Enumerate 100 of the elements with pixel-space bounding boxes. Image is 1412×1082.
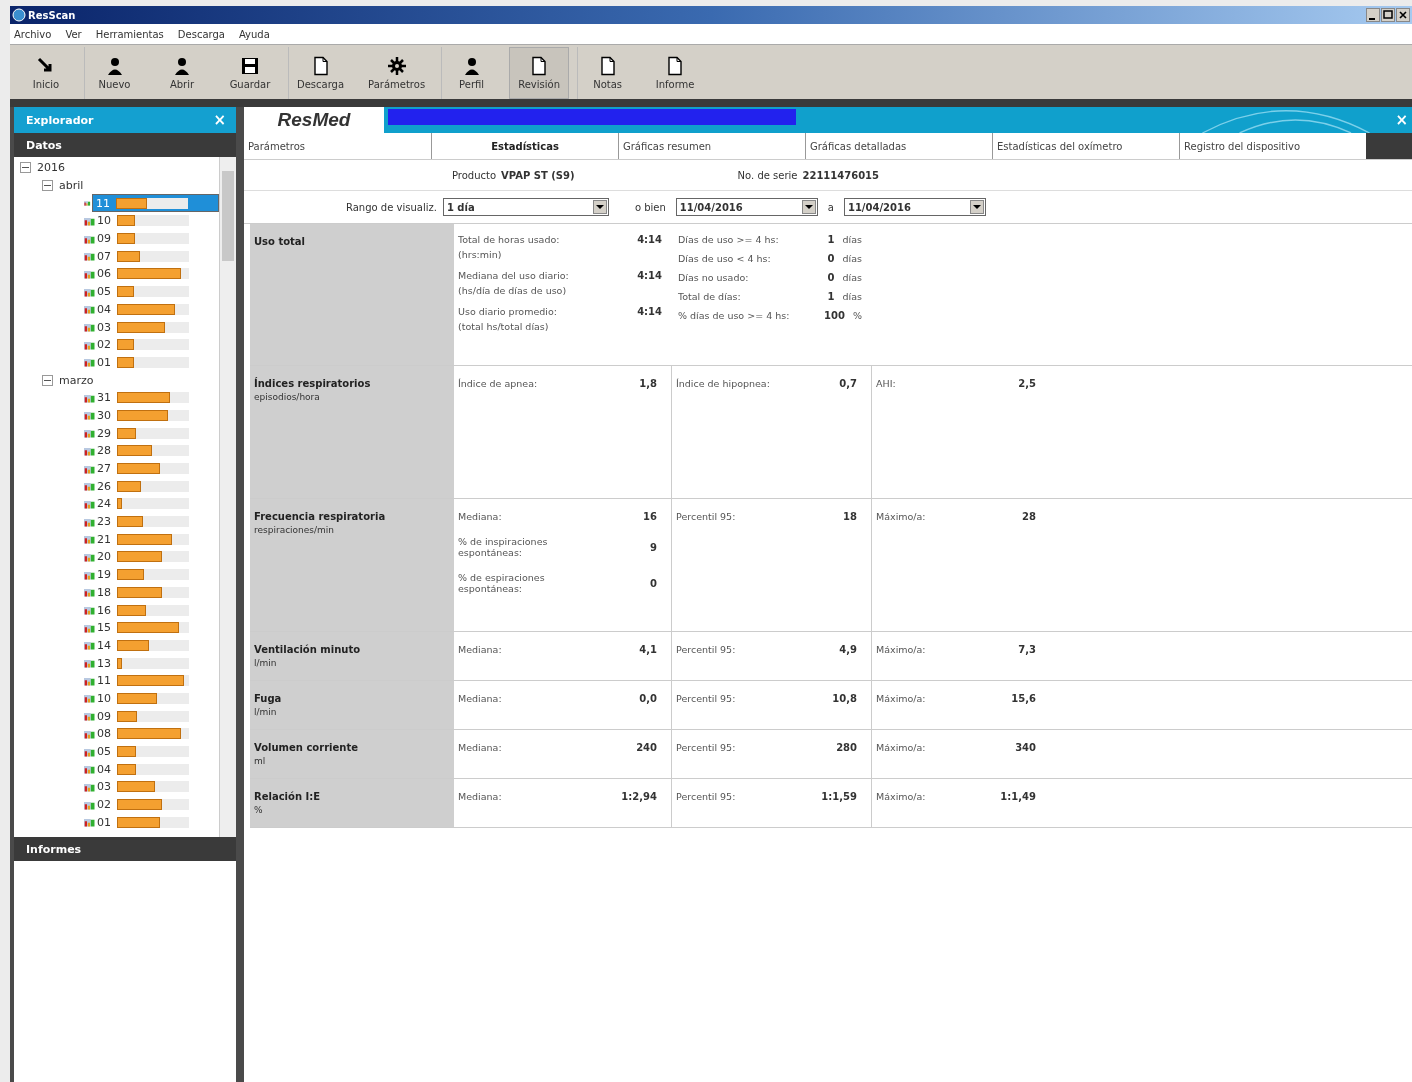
- stat-label: Percentil 95:: [676, 693, 736, 704]
- tree-item[interactable]: 05: [97, 284, 219, 300]
- date-dropdown[interactable]: 11/04/2016: [843, 198, 986, 216]
- tree-item[interactable]: 02: [97, 797, 219, 813]
- minimize-icon[interactable]: [1366, 8, 1380, 22]
- stat-label: AHI:: [876, 378, 896, 389]
- menu-item[interactable]: Herramientas: [95, 28, 164, 40]
- tree-item[interactable]: 07: [97, 248, 219, 264]
- menu-item[interactable]: Ver: [65, 28, 82, 40]
- section-header[interactable]: Informes: [14, 837, 236, 861]
- toolbar-button[interactable]: Inicio: [16, 47, 76, 99]
- tree-item[interactable]: 03: [97, 319, 219, 335]
- tree-item[interactable]: 03: [97, 779, 219, 795]
- stat-value: 1: [826, 234, 835, 245]
- tree-item[interactable]: 20: [97, 549, 219, 565]
- tree-item[interactable]: 28: [97, 443, 219, 459]
- tree-item[interactable]: 11: [97, 673, 219, 689]
- maximize-icon[interactable]: [1381, 8, 1395, 22]
- stat-value: 1: [826, 291, 835, 302]
- app-icon: [12, 8, 26, 22]
- tree-item[interactable]: 26: [97, 478, 219, 494]
- stat-label: Índice de apnea:: [458, 378, 538, 389]
- tree-item[interactable]: 11: [92, 194, 219, 213]
- stat-label: % de espiraciones espontáneas:: [458, 572, 546, 594]
- tree-item[interactable]: abril: [59, 179, 84, 193]
- tree-item[interactable]: 02: [97, 337, 219, 353]
- tree-item[interactable]: 21: [97, 531, 219, 547]
- stat-label: Máximo/a:: [876, 742, 926, 753]
- tab-bar-end: [1366, 133, 1412, 159]
- tree-item[interactable]: 01: [97, 814, 219, 830]
- stat-label: Mediana del uso diario:: [458, 270, 569, 281]
- field-label: a: [827, 201, 834, 213]
- tree-item[interactable]: 06: [97, 266, 219, 282]
- field-label: Producto: [452, 169, 497, 181]
- tree-item[interactable]: 15: [97, 620, 219, 636]
- unit-label: episodios/hora: [254, 392, 321, 402]
- tree-item[interactable]: 14: [97, 637, 219, 653]
- person-icon: [172, 56, 192, 76]
- unit-label: %: [254, 805, 264, 815]
- expander-icon[interactable]: [42, 180, 53, 192]
- tree-item[interactable]: 09: [97, 231, 219, 247]
- toolbar-button[interactable]: Guardar: [220, 47, 280, 99]
- tree-item[interactable]: 04: [97, 301, 219, 317]
- stat-label: Total de horas usado:: [458, 234, 560, 245]
- expander-icon[interactable]: [42, 374, 53, 386]
- stat-value: 4:14: [637, 306, 662, 319]
- tree-item[interactable]: 10: [97, 690, 219, 706]
- section-header[interactable]: Datos: [14, 133, 236, 157]
- tree-item[interactable]: 24: [97, 496, 219, 512]
- stat-label: % de inspiraciones espontáneas:: [458, 536, 549, 558]
- stat-label: Mediana:: [458, 693, 502, 704]
- expander-icon[interactable]: [20, 162, 31, 174]
- stat-label: Percentil 95:: [676, 511, 736, 522]
- stat-label: Mediana:: [458, 791, 502, 802]
- tree-item[interactable]: marzo: [59, 373, 94, 387]
- tree-item[interactable]: 04: [97, 761, 219, 777]
- stat-value: 0: [826, 272, 835, 283]
- stat-label: Mediana:: [458, 644, 502, 655]
- section-title: Ventilación minuto: [254, 644, 362, 655]
- tree-item[interactable]: 13: [97, 655, 219, 671]
- stat-label: (hs/día de días de uso): [458, 285, 568, 296]
- toolbar-button[interactable]: Informe: [645, 47, 706, 99]
- stat-unit: días: [842, 234, 862, 245]
- window-title: ResScan: [28, 9, 76, 21]
- tree-item[interactable]: 2016: [37, 161, 65, 175]
- tree-item[interactable]: 01: [97, 354, 219, 370]
- tree-item[interactable]: 29: [97, 425, 219, 441]
- toolbar-button[interactable]: Revisión: [509, 47, 570, 99]
- logo: ResMed: [244, 107, 384, 133]
- tree-item[interactable]: 27: [97, 461, 219, 477]
- scrollbar[interactable]: [219, 157, 236, 837]
- tree-item[interactable]: 18: [97, 584, 219, 600]
- stat-label: Total de días:: [678, 291, 742, 302]
- tree-item[interactable]: 08: [97, 726, 219, 742]
- tree-item[interactable]: 10: [97, 213, 219, 229]
- toolbar-button[interactable]: Parámetros: [360, 47, 434, 99]
- stat-value: 4,1: [639, 644, 657, 655]
- tree-item[interactable]: 31: [97, 390, 219, 406]
- tree-item[interactable]: 19: [97, 567, 219, 583]
- close-icon[interactable]: [1396, 8, 1410, 22]
- tree-item[interactable]: 16: [97, 602, 219, 618]
- unit-label: ml: [254, 756, 267, 766]
- menu-item[interactable]: Ayuda: [238, 28, 270, 40]
- stat-value: 1:1,59: [821, 791, 857, 802]
- toolbar-button[interactable]: Abrir: [152, 47, 212, 99]
- stat-value: 240: [636, 742, 657, 753]
- tree-item[interactable]: 30: [97, 407, 219, 423]
- range-dropdown[interactable]: 1 día: [442, 198, 609, 216]
- stat-label: Uso diario promedio:: [458, 306, 557, 317]
- panel-title: Explorador: [26, 113, 94, 127]
- date-dropdown[interactable]: 11/04/2016: [675, 198, 818, 216]
- stat-unit: %: [852, 310, 862, 321]
- stat-unit: días: [842, 272, 862, 283]
- tree-item[interactable]: 23: [97, 514, 219, 530]
- stat-value: 2,5: [1018, 378, 1036, 389]
- menu-item[interactable]: Descarga: [177, 28, 225, 40]
- tree-item[interactable]: 09: [97, 708, 219, 724]
- serial-value: 22111476015: [802, 169, 880, 181]
- tree-item[interactable]: 05: [97, 744, 219, 760]
- menu-item[interactable]: Archivo: [14, 28, 52, 40]
